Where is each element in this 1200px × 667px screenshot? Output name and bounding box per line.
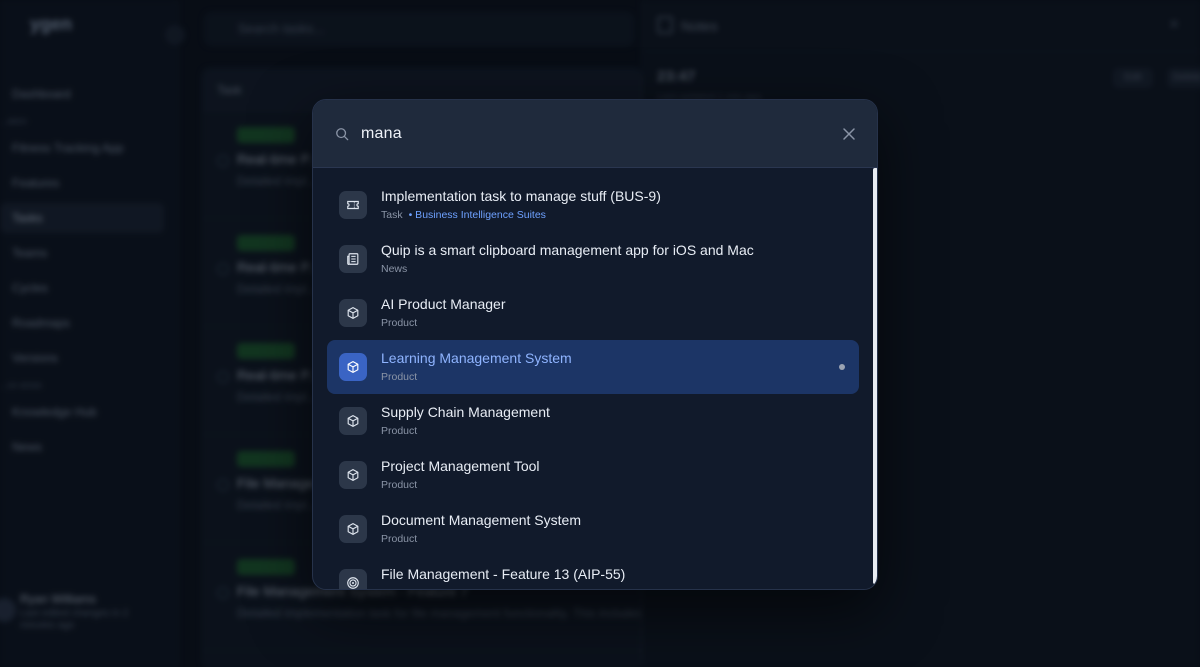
search-results-list: Implementation task to manage stuff (BUS… <box>313 168 873 589</box>
result-type: Product <box>381 317 418 329</box>
result-type: Task <box>381 209 403 221</box>
search-input[interactable] <box>361 118 821 150</box>
result-meta: Product <box>381 371 417 383</box>
result-title: Supply Chain Management <box>381 404 550 420</box>
search-result-item[interactable]: Implementation task to manage stuff (BUS… <box>327 178 859 232</box>
command-palette: Implementation task to manage stuff (BUS… <box>312 99 878 590</box>
box-icon <box>339 299 367 327</box>
result-meta: Product <box>381 533 417 545</box>
result-title: Implementation task to manage stuff (BUS… <box>381 188 661 204</box>
result-meta: Product <box>381 479 417 491</box>
result-title: Learning Management System <box>381 350 572 366</box>
ticket-icon <box>339 191 367 219</box>
result-type: News <box>381 263 408 275</box>
search-result-item[interactable]: File Management - Feature 13 (AIP-55) <box>327 556 859 589</box>
search-icon <box>336 128 349 141</box>
search-result-item[interactable]: AI Product Manager Product <box>327 286 859 340</box>
result-title: Document Management System <box>381 512 581 528</box>
box-icon <box>339 353 367 381</box>
result-type: Product <box>381 533 418 545</box>
result-meta: Product <box>381 425 417 437</box>
result-title: AI Product Manager <box>381 296 506 312</box>
search-result-item[interactable]: Project Management Tool Product <box>327 448 859 502</box>
box-icon <box>339 515 367 543</box>
results-scrollbar[interactable] <box>873 168 877 586</box>
search-result-item[interactable]: Document Management System Product <box>327 502 859 556</box>
search-result-item[interactable]: Quip is a smart clipboard management app… <box>327 232 859 286</box>
result-meta: Task • Business Intelligence Suites <box>381 209 546 221</box>
result-type: Product <box>381 425 418 437</box>
result-meta: News <box>381 263 407 275</box>
search-result-item[interactable]: Supply Chain Management Product <box>327 394 859 448</box>
result-type: Product <box>381 479 418 491</box>
box-icon <box>339 407 367 435</box>
result-meta: Product <box>381 317 417 329</box>
search-result-item-selected[interactable]: Learning Management System Product <box>327 340 859 394</box>
result-type: Product <box>381 371 418 383</box>
target-icon <box>339 569 367 589</box>
result-title: Project Management Tool <box>381 458 540 474</box>
newspaper-icon <box>339 245 367 273</box>
selection-indicator <box>839 364 845 370</box>
box-icon <box>339 461 367 489</box>
result-title: Quip is a smart clipboard management app… <box>381 242 754 258</box>
result-title: File Management - Feature 13 (AIP-55) <box>381 566 626 582</box>
palette-search-bar <box>313 100 877 168</box>
result-breadcrumb: • Business Intelligence Suites <box>408 209 546 221</box>
scrollbar-thumb[interactable] <box>873 168 877 584</box>
close-icon[interactable] <box>841 126 857 142</box>
